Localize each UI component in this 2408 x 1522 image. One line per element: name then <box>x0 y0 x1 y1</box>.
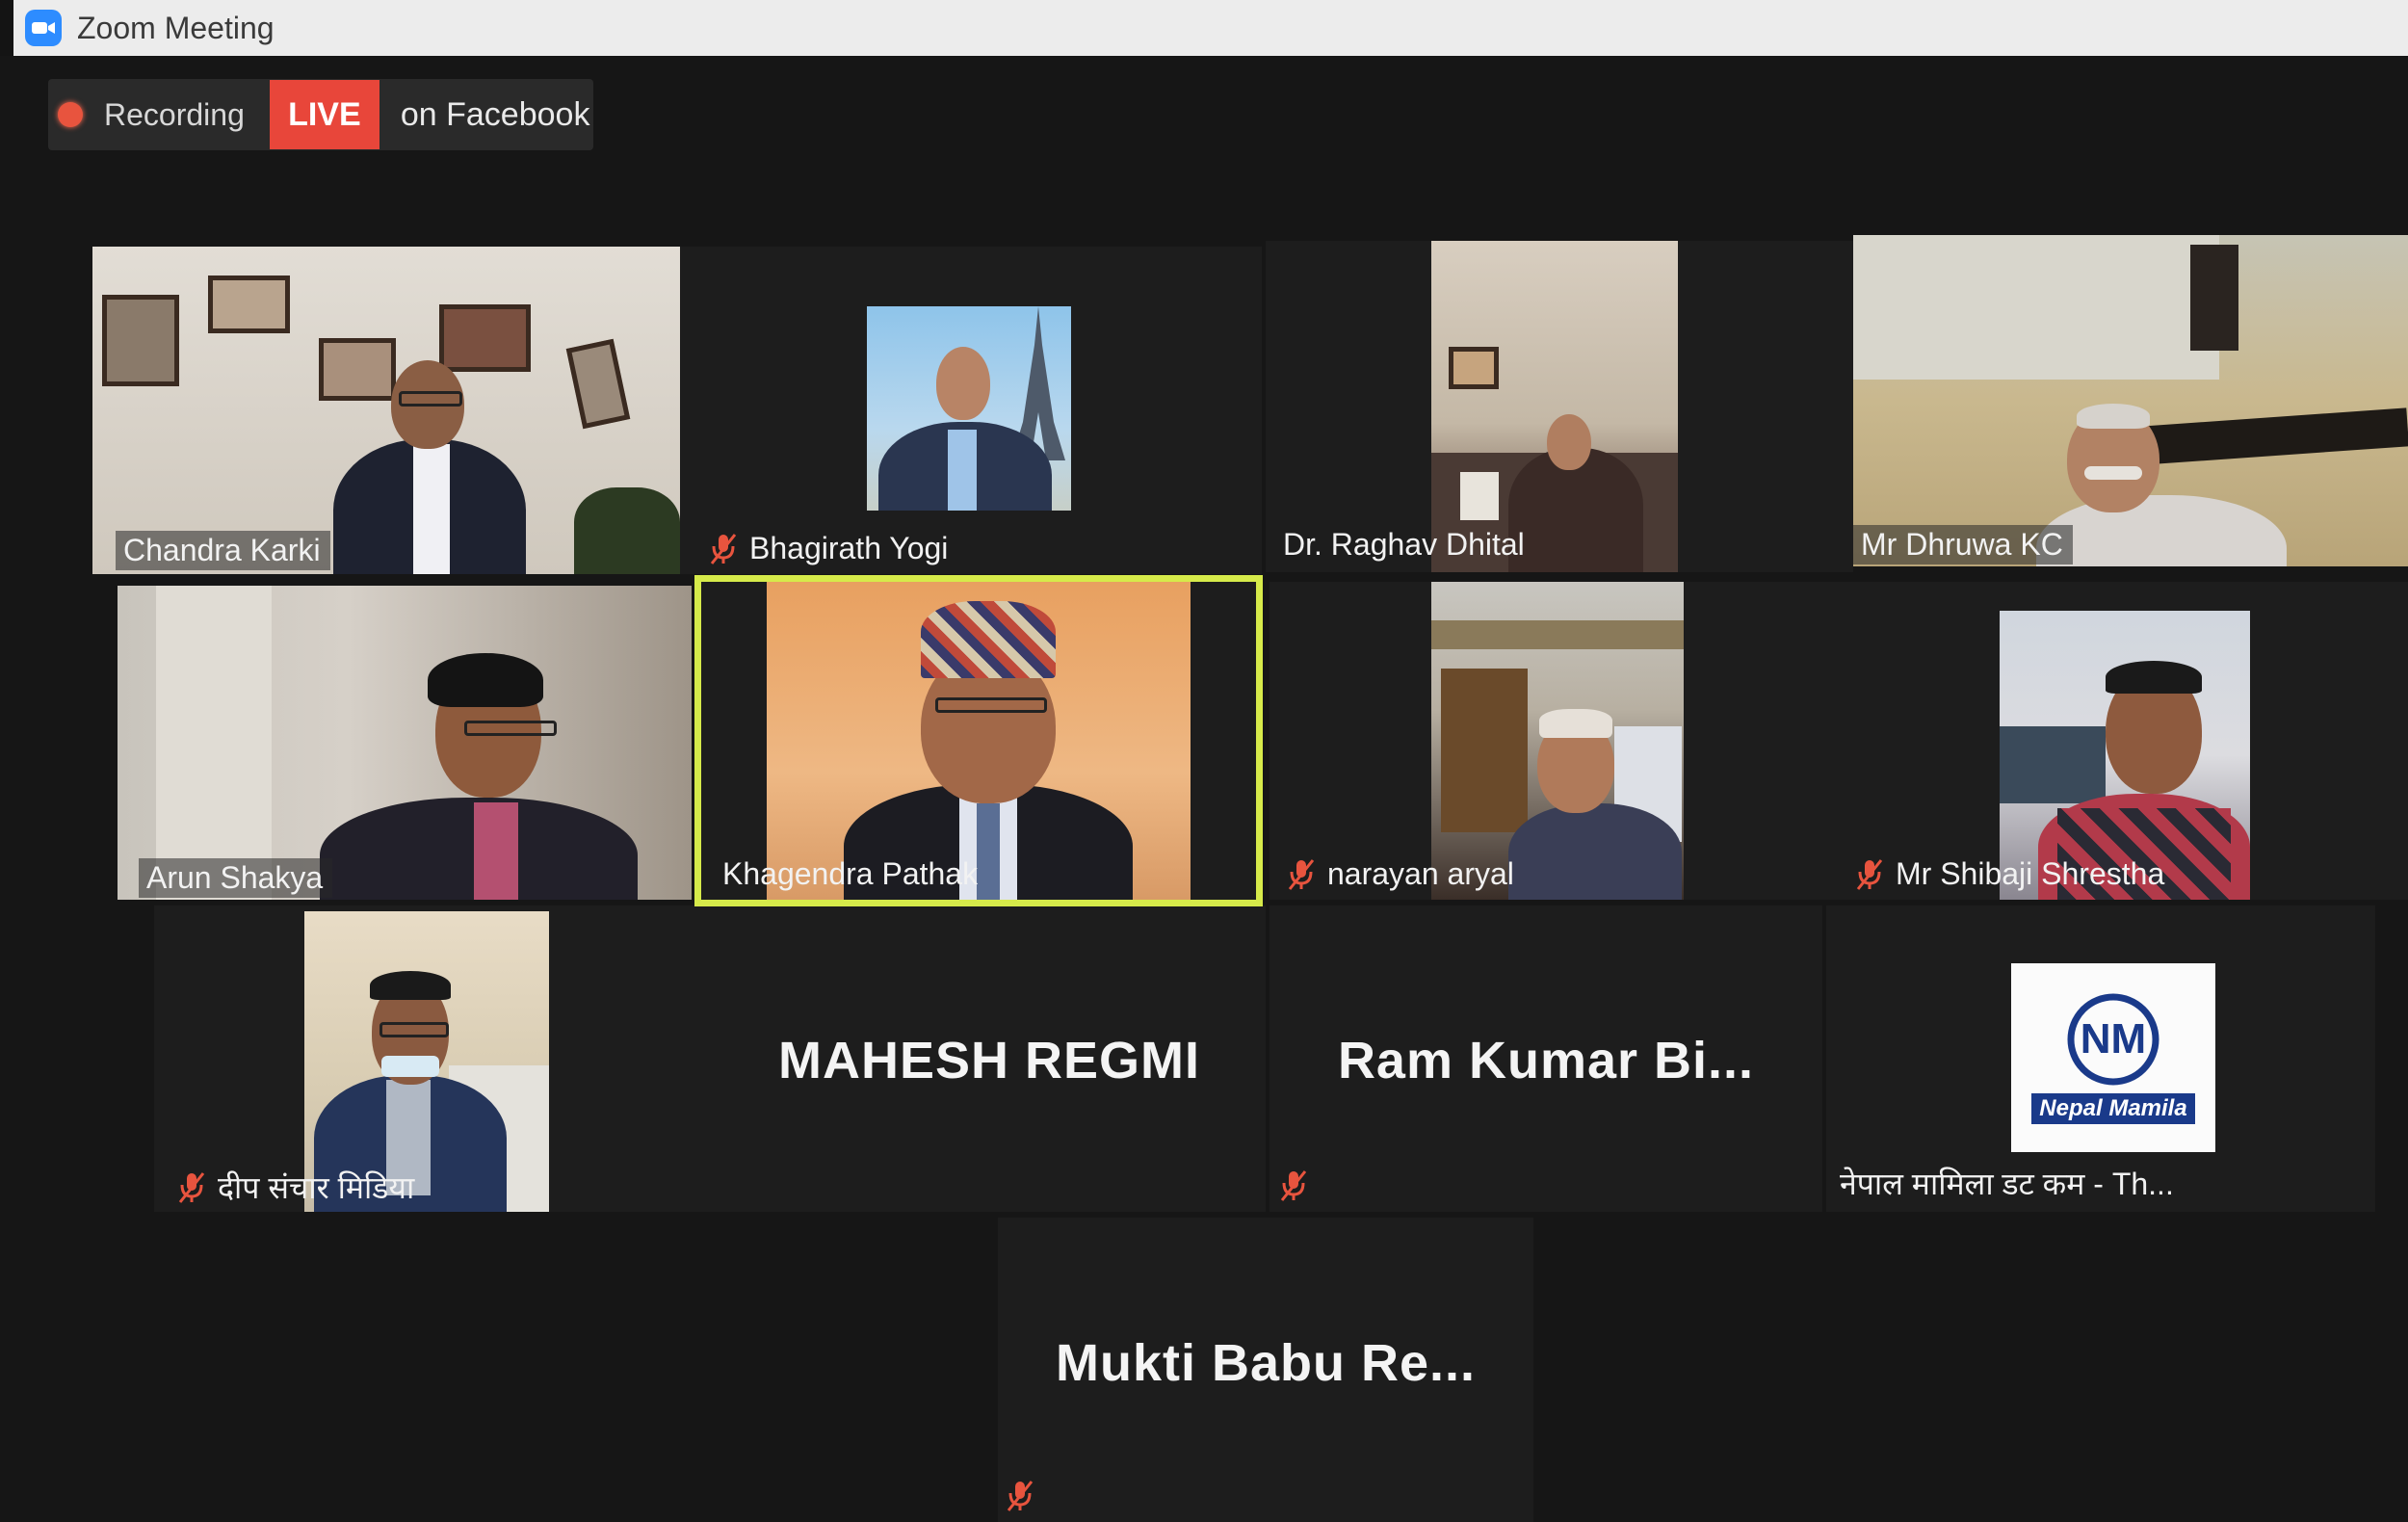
window-title-bar: Zoom Meeting <box>13 0 2408 56</box>
participant-video <box>92 247 680 574</box>
participant-tile[interactable]: दीप संचार मिडिया <box>154 905 713 1212</box>
participant-name-label: Mr Dhruwa KC <box>1853 525 2073 564</box>
muted-mic-icon <box>710 533 737 564</box>
participant-name-label: Bhagirath Yogi <box>701 529 957 568</box>
participant-tile-no-video[interactable]: MAHESH REGMI <box>713 905 1266 1212</box>
participant-display-name: Ram Kumar Bi... <box>1337 1032 1755 1089</box>
participant-video <box>867 306 1071 511</box>
participant-name-label: Chandra Karki <box>116 531 330 570</box>
participant-tile-active-speaker[interactable]: Khagendra Pathak <box>694 575 1263 906</box>
participant-tile[interactable]: Arun Shakya <box>118 586 692 900</box>
recording-label: Recording <box>104 96 245 132</box>
participant-tile[interactable]: Mr Shibaji Shrestha <box>1840 582 2408 900</box>
participant-display-name: MAHESH REGMI <box>777 1032 1200 1089</box>
participant-video <box>767 582 1191 900</box>
participant-display-name: Mukti Babu Re... <box>1055 1334 1477 1392</box>
participant-tile[interactable]: NM Nepal Mamila नेपाल मामिला डट कम - Th.… <box>1826 905 2375 1212</box>
muted-mic-icon <box>1280 1170 1307 1201</box>
participant-tile[interactable]: Dr. Raghav Dhital <box>1266 241 1853 572</box>
participant-tile[interactable]: Chandra Karki <box>92 247 680 574</box>
participant-video <box>1853 235 2408 566</box>
zoom-app-icon <box>25 10 62 46</box>
participant-name-label: Arun Shakya <box>139 858 333 898</box>
participant-name-label: Dr. Raghav Dhital <box>1283 527 1525 562</box>
participant-tile[interactable]: Bhagirath Yogi <box>680 247 1262 574</box>
participant-tile-no-video[interactable]: Ram Kumar Bi... <box>1269 905 1822 1212</box>
muted-mic-icon <box>1288 858 1315 890</box>
participant-name-label: Khagendra Pathak <box>722 856 979 891</box>
muted-mic-icon <box>178 1171 205 1203</box>
participant-tile[interactable]: Mr Dhruwa KC <box>1853 235 2408 566</box>
svg-text:NM: NM <box>2081 1015 2146 1063</box>
muted-mic-icon <box>1856 858 1883 890</box>
participant-name-label: नेपाल मामिला डट कम - Th... <box>1840 1167 2174 1201</box>
participant-name-label: दीप संचार मिडिया <box>170 1165 424 1210</box>
live-badge[interactable]: LIVE <box>269 80 380 149</box>
participant-name-label: narayan aryal <box>1279 854 1524 894</box>
recording-status-bar[interactable]: Recording LIVE on Facebook <box>48 79 593 150</box>
participant-name-label: Mr Shibaji Shrestha <box>1847 854 2174 894</box>
participant-tile[interactable]: narayan aryal <box>1269 582 1840 900</box>
window-title: Zoom Meeting <box>77 10 275 45</box>
nm-logo-text: Nepal Mamila <box>2031 1093 2195 1124</box>
participant-video <box>1431 241 1678 572</box>
participant-tile-no-video[interactable]: Mukti Babu Re... <box>998 1218 1533 1522</box>
muted-mic-icon <box>1007 1481 1034 1511</box>
recording-dot-icon <box>58 102 83 127</box>
participant-video <box>118 586 692 900</box>
nm-logo-icon: NM <box>2067 993 2159 1086</box>
live-target-label: on Facebook <box>400 95 590 133</box>
participant-video <box>1431 582 1684 900</box>
participant-logo: NM Nepal Mamila <box>2011 963 2215 1152</box>
